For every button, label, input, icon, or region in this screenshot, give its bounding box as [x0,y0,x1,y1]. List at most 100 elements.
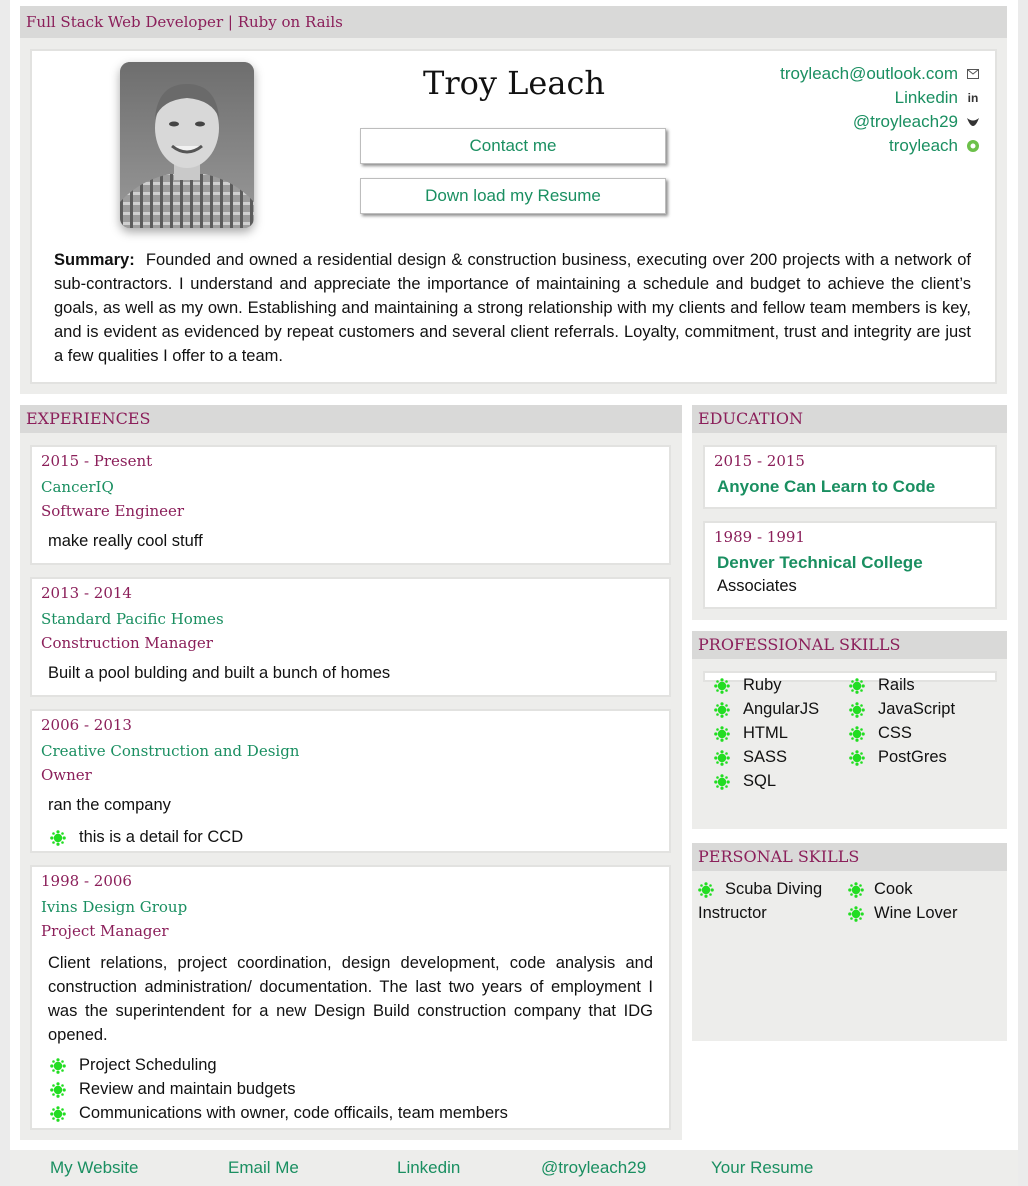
profile-photo [120,62,254,228]
experience-years: 1998 - 2006 [41,872,132,890]
skill-label: CSS [878,724,912,742]
education-school: Anyone Can Learn to Code [717,477,936,496]
splat-bullet-icon [698,881,714,898]
education-school: Denver Technical College [717,553,923,572]
splat-bullet-icon [714,677,730,694]
professional-skills-heading: PROFESSIONAL SKILLS [692,631,1007,659]
skill-label: Rails [878,676,915,694]
splat-bullet-icon [50,1105,66,1122]
person-name: Troy Leach [423,64,605,102]
experience-description: ran the company [48,796,171,814]
skill-item: Cook [848,880,913,899]
splat-bullet-icon [849,749,865,766]
linkedin-icon: in [967,91,979,105]
skill-item: Scuba Diving [698,880,822,899]
experience-card: 2013 - 2014 Standard Pacific Homes Const… [30,577,671,697]
experience-description: make really cool stuff [48,532,203,550]
page-subtitle: Full Stack Web Developer | Ruby on Rails [26,13,343,31]
skill-item: Rails [849,676,915,695]
experience-card: 1998 - 2006 Ivins Design Group Project M… [30,865,671,1130]
footer-link-linkedin[interactable]: Linkedin [397,1158,460,1178]
experience-company: CancerIQ [41,478,114,496]
contact-email-row: troyleach@outlook.com [780,62,980,86]
splat-bullet-icon [50,829,66,846]
education-years: 2015 - 2015 [714,452,805,470]
experience-card: 2015 - Present CancerIQ Software Enginee… [30,445,671,565]
experience-years: 2013 - 2014 [41,584,132,602]
skill-label: HTML [743,724,788,742]
splat-bullet-icon [849,725,865,742]
splat-bullet-icon [50,1057,66,1074]
experience-card: 2006 - 2013 Creative Construction and De… [30,709,671,853]
skill-label: SQL [743,772,777,790]
linkedin-link[interactable]: Linkedin [895,88,958,108]
experience-description: Client relations, project coordination, … [48,954,653,1044]
experience-role: Software Engineer [41,502,185,520]
experiences-heading: EXPERIENCES [20,405,682,433]
splat-bullet-icon [714,725,730,742]
skill-item: SASS [714,748,787,767]
skill-item: Instructor [698,904,767,923]
github-link[interactable]: troyleach [889,136,958,156]
skill-item: Wine Lover [848,904,957,923]
summary-text-block: Summary: Founded and owned a residential… [54,248,971,368]
contact-linkedin-row: Linkedin in [780,86,980,110]
splat-bullet-icon [50,1081,66,1098]
skill-label: PostGres [878,748,947,766]
splat-bullet-icon [848,905,864,922]
summary-text: Founded and owned a residential design &… [54,251,972,365]
download-resume-button[interactable]: Down load my Resume [360,178,666,214]
education-card: 2015 - 2015 Anyone Can Learn to Code [703,445,997,509]
personal-skills-section [692,843,1007,1041]
experience-detail: this is a detail for CCD [50,828,243,847]
splat-bullet-icon [714,773,730,790]
skill-label: JavaScript [878,700,956,718]
footer-link-resume[interactable]: Your Resume [711,1158,813,1178]
education-years: 1989 - 1991 [714,528,805,546]
skill-item: SQL [714,772,776,791]
contact-github-row: troyleach [780,134,980,158]
email-link[interactable]: troyleach@outlook.com [780,64,958,84]
experience-years: 2015 - Present [41,452,153,470]
experience-detail-text: Project Scheduling [79,1056,217,1074]
mail-icon [966,67,980,81]
splat-bullet-icon [849,701,865,718]
twitter-icon [966,115,980,129]
contact-links: troyleach@outlook.com Linkedin in @troyl… [780,62,980,158]
personal-skills-heading: PERSONAL SKILLS [692,843,1007,871]
contact-me-button[interactable]: Contact me [360,128,666,164]
skill-label: Instructor [698,904,767,922]
education-heading: EDUCATION [692,405,1007,433]
splat-bullet-icon [849,677,865,694]
experience-years: 2006 - 2013 [41,716,132,734]
splat-bullet-icon [848,881,864,898]
page-subtitle-bar: Full Stack Web Developer | Ruby on Rails [20,6,1007,38]
experience-company: Creative Construction and Design [41,742,300,760]
experience-role: Owner [41,766,92,784]
experience-company: Ivins Design Group [41,898,188,916]
skill-item: CSS [849,724,912,743]
education-card: 1989 - 1991 Denver Technical College Ass… [703,521,997,609]
skill-item: AngularJS [714,700,819,719]
experience-detail-text: this is a detail for CCD [79,828,244,846]
footer-link-email[interactable]: Email Me [228,1158,299,1178]
experience-role: Construction Manager [41,634,213,652]
footer-link-website[interactable]: My Website [50,1158,139,1178]
experience-role: Project Manager [41,922,169,940]
footer-nav: My Website Email Me Linkedin @troyleach2… [10,1150,1018,1186]
footer-link-twitter[interactable]: @troyleach29 [541,1158,646,1178]
skill-item: Ruby [714,676,782,695]
github-icon [966,139,980,153]
splat-bullet-icon [714,749,730,766]
experience-detail-text: Review and maintain budgets [79,1080,296,1098]
summary-label: Summary: [54,251,135,269]
skill-label: Wine Lover [874,904,958,922]
skill-label: Ruby [743,676,782,694]
skill-label: SASS [743,748,788,766]
experience-detail: Communications with owner, code officail… [50,1104,508,1123]
experience-detail-text: Communications with owner, code officail… [79,1104,508,1122]
skill-label: Cook [874,880,913,898]
twitter-link[interactable]: @troyleach29 [853,112,958,132]
skill-item: PostGres [849,748,947,767]
experience-detail: Review and maintain budgets [50,1080,295,1099]
